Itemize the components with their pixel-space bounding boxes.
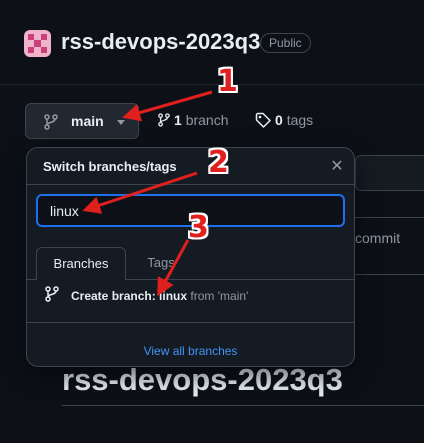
create-branch-source: from 'main' bbox=[190, 289, 249, 303]
popover-divider bbox=[27, 184, 354, 185]
tab-branches[interactable]: Branches bbox=[36, 247, 126, 280]
branches-label: branch bbox=[185, 112, 229, 128]
branch-selector-button[interactable]: main bbox=[25, 103, 139, 139]
branch-switch-popover: Switch branches/tags ✕ Branches Tags Cre… bbox=[26, 147, 355, 367]
repo-owner-avatar[interactable] bbox=[24, 30, 51, 57]
tags-count: 0 bbox=[275, 112, 283, 128]
create-branch-name: linux bbox=[159, 289, 188, 303]
current-branch-label: main bbox=[71, 113, 104, 129]
close-icon[interactable]: ✕ bbox=[327, 157, 347, 177]
tab-tags[interactable]: Tags bbox=[141, 247, 181, 279]
annotation-number-1: 1 bbox=[217, 64, 238, 99]
branches-count: 1 bbox=[174, 112, 182, 128]
git-branch-icon bbox=[158, 113, 170, 127]
file-table-partial bbox=[355, 217, 424, 275]
tag-icon bbox=[255, 112, 271, 128]
popover-title: Switch branches/tags bbox=[43, 159, 177, 174]
create-branch-prefix: Create branch: bbox=[71, 289, 156, 303]
code-button-partial[interactable] bbox=[355, 155, 424, 191]
readme-heading: rss-devops-2023q3 bbox=[62, 362, 343, 397]
visibility-badge: Public bbox=[260, 33, 311, 53]
footer-divider bbox=[27, 322, 354, 323]
readme-divider bbox=[62, 405, 424, 406]
commit-label[interactable]: commit bbox=[355, 230, 400, 246]
annotation-number-2: 2 bbox=[208, 145, 229, 180]
git-branch-icon bbox=[45, 286, 59, 302]
git-branch-icon bbox=[44, 114, 58, 130]
repo-title[interactable]: rss-devops-2023q3 bbox=[61, 29, 260, 55]
tags-link[interactable]: 0 tags bbox=[255, 112, 313, 128]
tags-label: tags bbox=[286, 112, 314, 128]
header-divider bbox=[0, 84, 424, 85]
annotation-number-3: 3 bbox=[188, 210, 209, 245]
view-all-branches-link[interactable]: View all branches bbox=[27, 344, 354, 358]
branches-link[interactable]: 1 branch bbox=[158, 112, 229, 128]
caret-down-icon bbox=[117, 120, 125, 125]
